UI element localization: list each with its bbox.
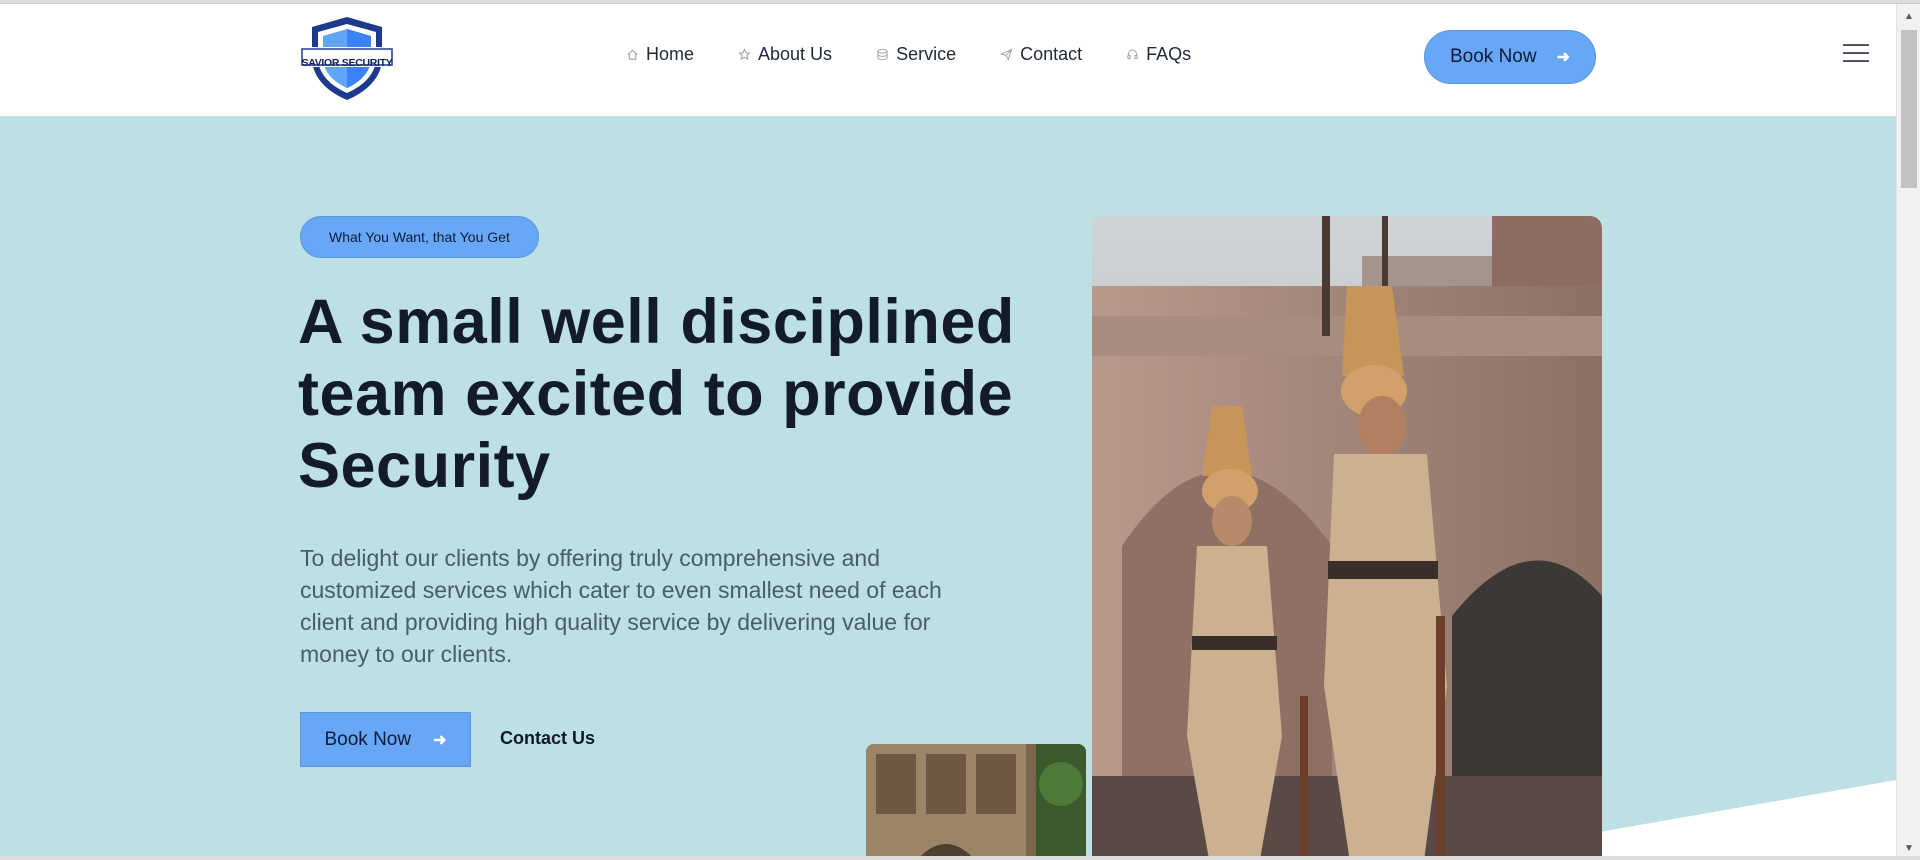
book-now-button[interactable]: Book Now ➜ (1424, 30, 1596, 84)
hero-title-line: A small well disciplined (298, 287, 1015, 357)
headset-icon (1125, 48, 1139, 62)
home-icon (625, 48, 639, 62)
scroll-up-arrow-icon[interactable]: ▲ (1897, 4, 1920, 28)
database-icon (875, 48, 889, 62)
hero-book-now-label: Book Now (324, 728, 412, 750)
nav-item-label: Home (646, 44, 695, 64)
security-guards-photo (1092, 216, 1602, 860)
tagline-badge: What You Want, that You Get (300, 216, 539, 258)
hero-book-now-button[interactable]: Book Now ➜ (300, 712, 471, 767)
nav-item-home[interactable]: Home (625, 44, 694, 65)
nav-item-contact[interactable]: Contact (999, 44, 1082, 65)
hero-description: To delight our clients by offering truly… (300, 545, 942, 667)
nav-item-about-us[interactable]: About Us (737, 44, 832, 65)
hamburger-menu-icon[interactable] (1843, 44, 1869, 64)
contact-us-link[interactable]: Contact Us (500, 728, 595, 749)
savior-security-logo[interactable]: SAVIOR SECURITY (300, 14, 394, 102)
star-icon (737, 48, 751, 62)
nav-item-label: Service (896, 44, 957, 64)
nav-item-service[interactable]: Service (875, 44, 956, 65)
logo-text: SAVIOR SECURITY (301, 57, 393, 69)
browser-bottom-edge (0, 856, 1920, 860)
arrow-right-icon: ➜ (1556, 49, 1570, 66)
nav-item-label: About Us (758, 44, 833, 64)
scrollbar-thumb[interactable] (1901, 30, 1917, 188)
hero-section: What You Want, that You Get A small well… (0, 116, 1896, 860)
palace-architecture-photo (866, 744, 1086, 860)
hero-title-line: Security (298, 431, 551, 501)
nav-item-faqs[interactable]: FAQs (1125, 44, 1191, 65)
nav-item-label: FAQs (1146, 44, 1192, 64)
site-header: SAVIOR SECURITY Home About Us Service Co… (0, 4, 1896, 116)
hero-title-line: team excited to provide (298, 359, 1014, 429)
page-scrollbar[interactable]: ▲ ▼ (1896, 4, 1920, 860)
hero-title: A small well disciplined team excited to… (298, 286, 1058, 502)
arrow-right-icon: ➜ (433, 731, 447, 749)
nav-item-label: Contact (1020, 44, 1083, 64)
book-now-label: Book Now (1449, 46, 1537, 67)
main-nav: Home About Us Service Contact FAQs (625, 44, 1234, 65)
send-icon (999, 48, 1013, 62)
